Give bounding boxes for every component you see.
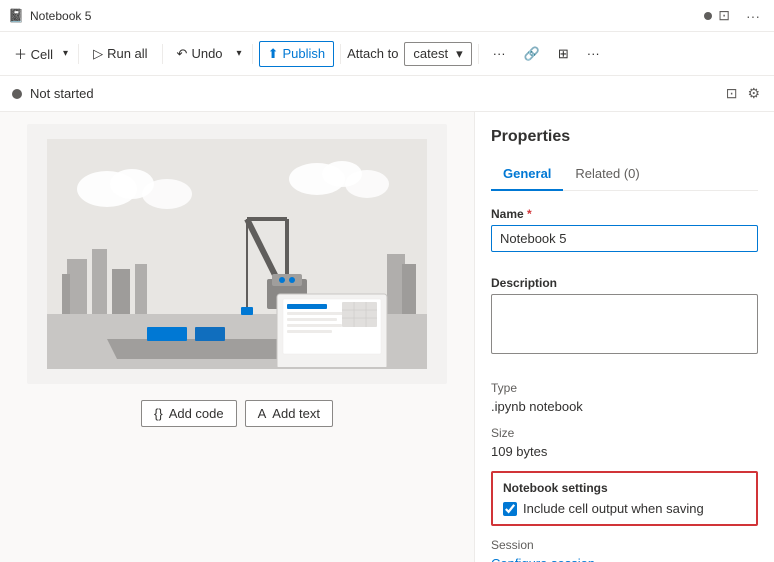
undo-icon: ↶ (177, 46, 188, 62)
include-output-checkbox[interactable] (503, 502, 517, 516)
cell-button[interactable]: ＋ Cell (8, 40, 59, 67)
attach-label: Attach to (347, 46, 398, 61)
status-square-button[interactable]: ⊡ (724, 83, 740, 104)
undo-button[interactable]: ↶ Undo (169, 42, 231, 66)
notebook-settings-title: Notebook settings (503, 481, 746, 495)
chevron-down-icon: ▾ (456, 46, 463, 62)
notebook-actions: {} Add code A Add text (141, 400, 333, 427)
name-label: Name * (491, 207, 758, 221)
name-input[interactable] (491, 225, 758, 252)
publish-button[interactable]: ⬆ Publish (259, 41, 335, 67)
separator-2 (162, 44, 163, 64)
cell-split-group: ＋ Cell ▾ (8, 40, 72, 67)
toolbar: ＋ Cell ▾ ▷ Run all ↶ Undo ▾ ⬆ Publish At… (0, 32, 774, 76)
cell-dropdown-button[interactable]: ▾ (59, 44, 72, 63)
unsaved-indicator (704, 12, 712, 20)
status-bar: Not started ⊡ ⚙ (0, 76, 774, 112)
session-title: Session (491, 538, 758, 552)
attach-dropdown[interactable]: catest ▾ (404, 42, 471, 66)
notebook-illustration (27, 124, 447, 384)
run-all-button[interactable]: ▷ Run all (85, 42, 155, 66)
include-output-row: Include cell output when saving (503, 501, 746, 516)
tab-general[interactable]: General (491, 158, 563, 191)
status-dot (12, 89, 22, 99)
share-icon: 🔗 (524, 46, 540, 62)
toolbar-ellipsis-icon: ··· (587, 46, 600, 61)
plus-icon: ＋ (14, 47, 27, 62)
separator-1 (78, 44, 79, 64)
tab-related[interactable]: Related (0) (563, 158, 651, 191)
separator-3 (252, 44, 253, 64)
notebook-icon: 📓 (8, 8, 24, 24)
restore-button[interactable]: ⊡ (712, 5, 736, 26)
panel-title: Properties (491, 128, 758, 146)
separator-5 (478, 44, 479, 64)
window-title: Notebook 5 (30, 9, 700, 23)
layout-icon: ⊞ (558, 46, 569, 62)
title-bar-actions: ⊡ ··· (712, 5, 766, 26)
more-button[interactable]: ··· (740, 5, 766, 26)
configure-session-link[interactable]: Configure session (491, 556, 595, 562)
status-actions: ⊡ ⚙ (724, 83, 762, 104)
include-output-label: Include cell output when saving (523, 501, 704, 516)
type-label: Type (491, 381, 758, 395)
separator-4 (340, 44, 341, 64)
publish-icon: ⬆ (268, 46, 279, 62)
name-field-section: Name * (491, 207, 758, 264)
status-text: Not started (30, 86, 716, 101)
more-options-button[interactable]: ··· (485, 42, 514, 65)
play-icon: ▷ (93, 46, 103, 62)
add-text-button[interactable]: A Add text (245, 400, 333, 427)
settings-gear-button[interactable]: ⚙ (745, 83, 762, 104)
required-star: * (527, 207, 532, 221)
ellipsis-icon: ··· (493, 46, 506, 61)
session-section: Session Configure session (491, 538, 758, 562)
code-icon: {} (154, 406, 163, 421)
size-label: Size (491, 426, 758, 440)
description-label: Description (491, 276, 758, 290)
notebook-settings-box: Notebook settings Include cell output wh… (491, 471, 758, 526)
type-value: .ipynb notebook (491, 399, 758, 414)
attach-value: catest (413, 46, 448, 61)
description-field-section: Description (491, 276, 758, 369)
description-textarea[interactable] (491, 294, 758, 354)
text-icon: A (258, 406, 267, 421)
properties-panel: Properties General Related (0) Name * De… (474, 112, 774, 562)
share-button[interactable]: 🔗 (516, 42, 548, 66)
properties-tabs: General Related (0) (491, 158, 758, 191)
undo-dropdown-button[interactable]: ▾ (233, 44, 246, 63)
type-field-section: Type .ipynb notebook (491, 381, 758, 414)
add-code-button[interactable]: {} Add code (141, 400, 237, 427)
main-layout: {} Add code A Add text Properties Genera… (0, 112, 774, 562)
layout-button[interactable]: ⊞ (550, 42, 577, 66)
size-field-section: Size 109 bytes (491, 426, 758, 459)
notebook-area: {} Add code A Add text (0, 112, 474, 562)
toolbar-more-button[interactable]: ··· (579, 42, 608, 65)
illustration-svg (47, 139, 427, 369)
size-value: 109 bytes (491, 444, 758, 459)
title-bar: 📓 Notebook 5 ⊡ ··· (0, 0, 774, 32)
